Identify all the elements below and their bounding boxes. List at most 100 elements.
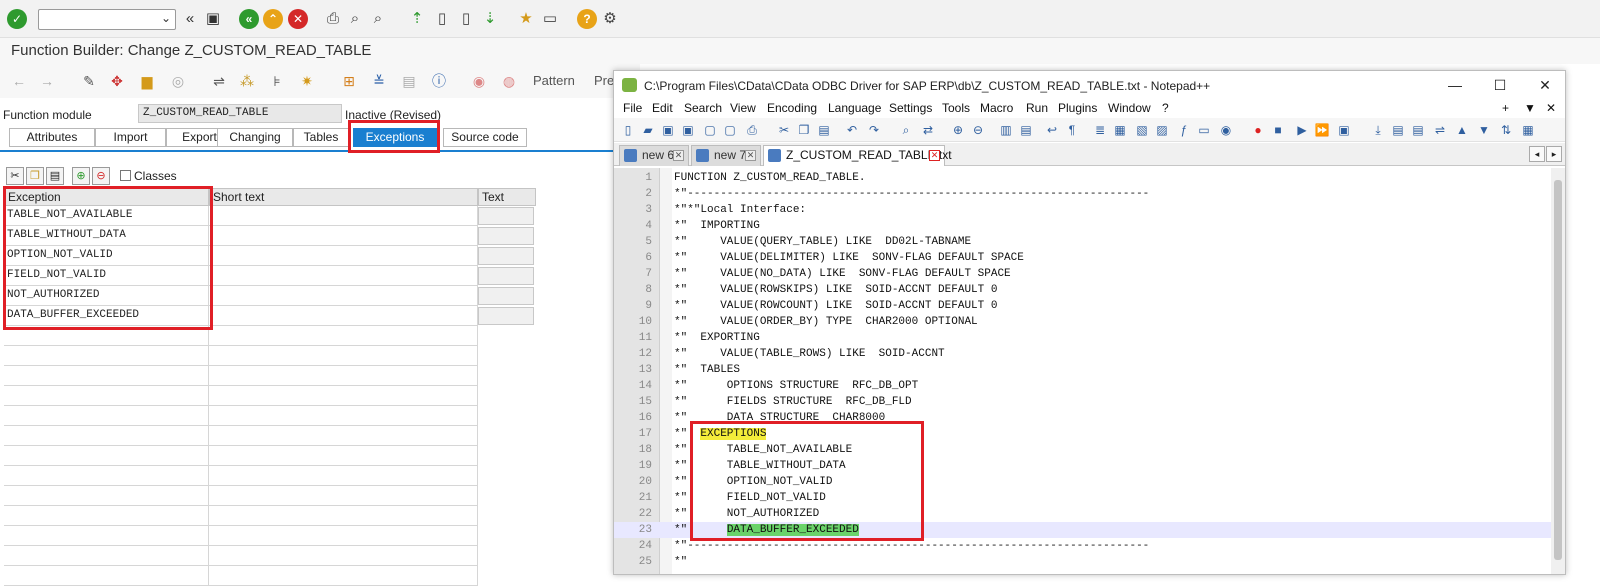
text-button-cell[interactable] [478, 287, 534, 305]
close-doc-icon[interactable]: ✕ [1546, 101, 1556, 115]
menu-item-plugins[interactable]: Plugins [1058, 101, 1097, 115]
exception-cell[interactable] [4, 326, 209, 346]
cut-icon[interactable]: ✂ [776, 122, 792, 138]
vertical-scrollbar[interactable] [1551, 168, 1565, 574]
enter-icon[interactable]: ✓ [7, 9, 27, 29]
exception-cell[interactable] [4, 386, 209, 406]
find-icon[interactable]: ⌕ [345, 9, 365, 29]
indent-guide-icon[interactable]: ≣ [1092, 122, 1108, 138]
scrollbar-thumb[interactable] [1554, 180, 1562, 560]
open-file-icon[interactable]: ▰ [640, 122, 656, 138]
check-icon[interactable]: ▆ [138, 72, 156, 90]
exception-cell[interactable]: TABLE_WITHOUT_DATA [4, 226, 209, 246]
record-macro-icon[interactable]: ● [1250, 122, 1266, 138]
double-chevron-left-icon[interactable]: « [180, 9, 200, 29]
tab-source-code[interactable]: Source code [443, 128, 527, 147]
stack-down-icon[interactable]: ≚ [370, 72, 388, 90]
docs-icon[interactable]: ▤ [400, 72, 418, 90]
tab-attributes[interactable]: Attributes [9, 128, 95, 147]
short-text-cell[interactable] [209, 426, 478, 446]
exception-cell[interactable] [4, 346, 209, 366]
forward-arrow-icon[interactable]: → [38, 72, 56, 90]
replace-icon[interactable]: ⇄ [920, 122, 936, 138]
short-text-cell[interactable] [209, 246, 478, 266]
last-page-icon[interactable]: ⇣ [480, 9, 500, 29]
menu-item-macro[interactable]: Macro [980, 101, 1013, 115]
folder-workspace-icon[interactable]: ▭ [1196, 122, 1212, 138]
find-icon[interactable]: ⌕ [898, 122, 914, 138]
sync-h-icon[interactable]: ▤ [1018, 122, 1034, 138]
shortcut-icon[interactable]: ▭ [540, 9, 560, 29]
menu-item-tools[interactable]: Tools [942, 101, 970, 115]
redo-icon[interactable]: ↷ [866, 122, 882, 138]
exception-cell[interactable] [4, 406, 209, 426]
menu-item-edit[interactable]: Edit [652, 101, 673, 115]
save-macro-icon[interactable]: ▣ [1336, 122, 1352, 138]
short-text-cell[interactable] [209, 326, 478, 346]
pattern-button[interactable]: Pattern [533, 73, 575, 88]
exception-cell[interactable] [4, 366, 209, 386]
short-text-cell[interactable] [209, 226, 478, 246]
tab-tables[interactable]: Tables [293, 128, 349, 147]
where-used-icon[interactable]: ⇌ [210, 72, 228, 90]
word-wrap-icon[interactable]: ↩ [1044, 122, 1060, 138]
copy-icon[interactable]: ❐ [26, 167, 44, 185]
short-text-cell[interactable] [209, 446, 478, 466]
tab-exceptions[interactable]: Exceptions [353, 128, 437, 147]
pretty-printer-button[interactable]: Pre [594, 73, 614, 88]
plugin-e-icon[interactable]: ▲ [1454, 122, 1470, 138]
stop-record-icon[interactable]: ■ [1270, 122, 1286, 138]
close-icon[interactable]: ▢ [702, 122, 718, 138]
print-icon[interactable]: ⎙ [323, 9, 343, 29]
code-editor[interactable]: 1 FUNCTION Z_CUSTOM_READ_TABLE. 2 *"-------… [614, 168, 1565, 574]
object-list-icon[interactable]: ✷ [298, 72, 316, 90]
short-text-cell[interactable] [209, 386, 478, 406]
undo-icon[interactable]: ↶ [844, 122, 860, 138]
new-tab-icon[interactable]: + [1502, 101, 1509, 115]
chevron-down-icon[interactable]: ⌄ [161, 11, 171, 25]
close-icon[interactable]: ✕ [1530, 75, 1560, 95]
find-next-icon[interactable]: ⌕ [368, 9, 388, 29]
create-session-icon[interactable]: ★ [516, 9, 536, 29]
exception-cell[interactable]: DATA_BUFFER_EXCEEDED [4, 306, 209, 326]
doc-map-icon[interactable]: ▧ [1134, 122, 1150, 138]
file-tab-z-custom-read-table[interactable]: Z_CUSTOM_READ_TABLE.txt ✕ [763, 145, 952, 166]
doc-list-icon[interactable]: ▨ [1154, 122, 1170, 138]
text-button-cell[interactable] [478, 307, 534, 325]
exception-cell[interactable] [4, 426, 209, 446]
cut-icon[interactable]: ✂ [6, 167, 24, 185]
delete-row-icon[interactable]: ⊖ [92, 167, 110, 185]
text-button-cell[interactable] [478, 207, 534, 225]
menu-item-help[interactable]: ? [1162, 101, 1169, 115]
close-all-icon[interactable]: ▢ [722, 122, 738, 138]
stop-icon[interactable]: ◉ [470, 72, 488, 90]
back-icon[interactable]: « [239, 9, 259, 29]
short-text-cell[interactable] [209, 286, 478, 306]
exception-cell[interactable] [4, 486, 209, 506]
tab-changing[interactable]: Changing [217, 128, 293, 147]
classes-checkbox[interactable] [120, 170, 131, 181]
short-text-cell[interactable] [209, 346, 478, 366]
menu-item-settings[interactable]: Settings [889, 101, 932, 115]
exception-cell[interactable] [4, 546, 209, 566]
column-header-text[interactable]: Text [478, 188, 536, 206]
paste-icon[interactable]: ▤ [816, 122, 832, 138]
help-icon[interactable]: ? [577, 9, 597, 29]
exception-cell[interactable] [4, 466, 209, 486]
file-tab-new-6[interactable]: new 6 ✕ [619, 145, 689, 166]
sync-v-icon[interactable]: ▥ [998, 122, 1014, 138]
tab-import[interactable]: Import [95, 128, 166, 147]
run-multiple-icon[interactable]: ⏩ [1314, 122, 1330, 138]
function-list-icon[interactable]: ƒ [1176, 122, 1192, 138]
zoom-out-icon[interactable]: ⊖ [970, 122, 986, 138]
save-all-icon[interactable]: ▣ [680, 122, 696, 138]
plugin-c-icon[interactable]: ▤ [1410, 122, 1426, 138]
close-tab-icon[interactable]: ✕ [929, 150, 940, 161]
info-icon[interactable]: ⓘ [430, 72, 448, 90]
file-tab-new-7[interactable]: new 7 ✕ [691, 145, 761, 166]
hierarchy-icon[interactable]: ⊞ [340, 72, 358, 90]
short-text-cell[interactable] [209, 366, 478, 386]
udl-icon[interactable]: ▦ [1112, 122, 1128, 138]
plugin-d-icon[interactable]: ⇌ [1432, 122, 1448, 138]
exception-cell[interactable] [4, 446, 209, 466]
